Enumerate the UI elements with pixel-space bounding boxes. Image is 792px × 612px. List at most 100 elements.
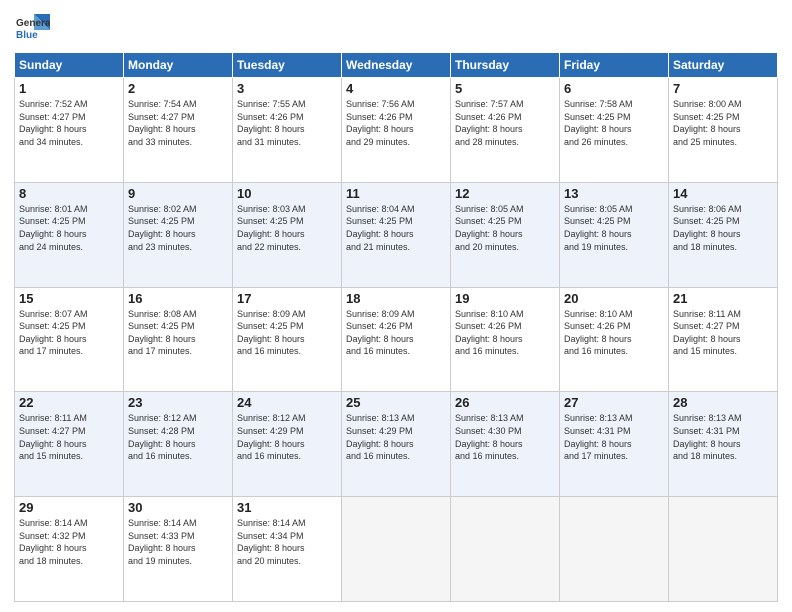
calendar-cell: 2 Sunrise: 7:54 AMSunset: 4:27 PMDayligh…: [124, 78, 233, 183]
calendar-cell: 24 Sunrise: 8:12 AMSunset: 4:29 PMDaylig…: [233, 392, 342, 497]
day-number: 4: [346, 81, 446, 96]
day-number: 19: [455, 291, 555, 306]
calendar-cell: 9 Sunrise: 8:02 AMSunset: 4:25 PMDayligh…: [124, 182, 233, 287]
day-info: Sunrise: 8:06 AMSunset: 4:25 PMDaylight:…: [673, 204, 742, 252]
day-info: Sunrise: 8:07 AMSunset: 4:25 PMDaylight:…: [19, 309, 88, 357]
calendar-cell: [342, 497, 451, 602]
day-info: Sunrise: 8:14 AMSunset: 4:32 PMDaylight:…: [19, 518, 88, 566]
calendar-cell: 21 Sunrise: 8:11 AMSunset: 4:27 PMDaylig…: [669, 287, 778, 392]
day-number: 31: [237, 500, 337, 515]
calendar-cell: 3 Sunrise: 7:55 AMSunset: 4:26 PMDayligh…: [233, 78, 342, 183]
calendar-cell: 8 Sunrise: 8:01 AMSunset: 4:25 PMDayligh…: [15, 182, 124, 287]
calendar-cell: 31 Sunrise: 8:14 AMSunset: 4:34 PMDaylig…: [233, 497, 342, 602]
day-info: Sunrise: 8:10 AMSunset: 4:26 PMDaylight:…: [455, 309, 524, 357]
calendar-cell: [669, 497, 778, 602]
calendar-cell: 18 Sunrise: 8:09 AMSunset: 4:26 PMDaylig…: [342, 287, 451, 392]
calendar-day-header: Tuesday: [233, 53, 342, 78]
calendar-week-row: 15 Sunrise: 8:07 AMSunset: 4:25 PMDaylig…: [15, 287, 778, 392]
calendar-cell: 28 Sunrise: 8:13 AMSunset: 4:31 PMDaylig…: [669, 392, 778, 497]
calendar-cell: 30 Sunrise: 8:14 AMSunset: 4:33 PMDaylig…: [124, 497, 233, 602]
day-info: Sunrise: 8:11 AMSunset: 4:27 PMDaylight:…: [673, 309, 741, 357]
day-info: Sunrise: 8:13 AMSunset: 4:29 PMDaylight:…: [346, 413, 415, 461]
day-number: 23: [128, 395, 228, 410]
day-info: Sunrise: 7:55 AMSunset: 4:26 PMDaylight:…: [237, 99, 306, 147]
calendar-cell: 15 Sunrise: 8:07 AMSunset: 4:25 PMDaylig…: [15, 287, 124, 392]
calendar-cell: 27 Sunrise: 8:13 AMSunset: 4:31 PMDaylig…: [560, 392, 669, 497]
day-info: Sunrise: 8:10 AMSunset: 4:26 PMDaylight:…: [564, 309, 633, 357]
calendar-cell: 25 Sunrise: 8:13 AMSunset: 4:29 PMDaylig…: [342, 392, 451, 497]
calendar-cell: 14 Sunrise: 8:06 AMSunset: 4:25 PMDaylig…: [669, 182, 778, 287]
day-number: 26: [455, 395, 555, 410]
calendar-week-row: 8 Sunrise: 8:01 AMSunset: 4:25 PMDayligh…: [15, 182, 778, 287]
day-info: Sunrise: 8:05 AMSunset: 4:25 PMDaylight:…: [564, 204, 633, 252]
calendar-cell: 16 Sunrise: 8:08 AMSunset: 4:25 PMDaylig…: [124, 287, 233, 392]
day-info: Sunrise: 8:02 AMSunset: 4:25 PMDaylight:…: [128, 204, 197, 252]
calendar-week-row: 1 Sunrise: 7:52 AMSunset: 4:27 PMDayligh…: [15, 78, 778, 183]
calendar-cell: 7 Sunrise: 8:00 AMSunset: 4:25 PMDayligh…: [669, 78, 778, 183]
day-info: Sunrise: 8:11 AMSunset: 4:27 PMDaylight:…: [19, 413, 87, 461]
calendar-day-header: Monday: [124, 53, 233, 78]
calendar-table: SundayMondayTuesdayWednesdayThursdayFrid…: [14, 52, 778, 602]
calendar-cell: 11 Sunrise: 8:04 AMSunset: 4:25 PMDaylig…: [342, 182, 451, 287]
day-number: 12: [455, 186, 555, 201]
day-number: 24: [237, 395, 337, 410]
logo: General Blue: [14, 10, 54, 46]
svg-text:General: General: [16, 18, 50, 29]
calendar-week-row: 22 Sunrise: 8:11 AMSunset: 4:27 PMDaylig…: [15, 392, 778, 497]
day-info: Sunrise: 8:14 AMSunset: 4:33 PMDaylight:…: [128, 518, 197, 566]
calendar-cell: [451, 497, 560, 602]
day-number: 22: [19, 395, 119, 410]
calendar-cell: 12 Sunrise: 8:05 AMSunset: 4:25 PMDaylig…: [451, 182, 560, 287]
day-info: Sunrise: 8:09 AMSunset: 4:25 PMDaylight:…: [237, 309, 306, 357]
page: General Blue SundayMondayTuesdayWednesda…: [0, 0, 792, 612]
day-number: 13: [564, 186, 664, 201]
calendar-cell: 4 Sunrise: 7:56 AMSunset: 4:26 PMDayligh…: [342, 78, 451, 183]
calendar-cell: 10 Sunrise: 8:03 AMSunset: 4:25 PMDaylig…: [233, 182, 342, 287]
calendar-cell: 22 Sunrise: 8:11 AMSunset: 4:27 PMDaylig…: [15, 392, 124, 497]
day-info: Sunrise: 7:57 AMSunset: 4:26 PMDaylight:…: [455, 99, 524, 147]
calendar-cell: 1 Sunrise: 7:52 AMSunset: 4:27 PMDayligh…: [15, 78, 124, 183]
logo-icon: General Blue: [14, 10, 50, 46]
day-number: 15: [19, 291, 119, 306]
calendar-day-header: Sunday: [15, 53, 124, 78]
calendar-cell: 20 Sunrise: 8:10 AMSunset: 4:26 PMDaylig…: [560, 287, 669, 392]
header: General Blue: [14, 10, 778, 46]
day-number: 6: [564, 81, 664, 96]
day-number: 28: [673, 395, 773, 410]
day-number: 11: [346, 186, 446, 201]
calendar-cell: 19 Sunrise: 8:10 AMSunset: 4:26 PMDaylig…: [451, 287, 560, 392]
calendar-cell: 29 Sunrise: 8:14 AMSunset: 4:32 PMDaylig…: [15, 497, 124, 602]
day-info: Sunrise: 7:56 AMSunset: 4:26 PMDaylight:…: [346, 99, 415, 147]
day-number: 7: [673, 81, 773, 96]
calendar-day-header: Friday: [560, 53, 669, 78]
calendar-body: 1 Sunrise: 7:52 AMSunset: 4:27 PMDayligh…: [15, 78, 778, 602]
day-info: Sunrise: 8:13 AMSunset: 4:31 PMDaylight:…: [564, 413, 633, 461]
calendar-cell: 26 Sunrise: 8:13 AMSunset: 4:30 PMDaylig…: [451, 392, 560, 497]
day-info: Sunrise: 7:52 AMSunset: 4:27 PMDaylight:…: [19, 99, 88, 147]
day-info: Sunrise: 7:58 AMSunset: 4:25 PMDaylight:…: [564, 99, 633, 147]
calendar-header-row: SundayMondayTuesdayWednesdayThursdayFrid…: [15, 53, 778, 78]
day-info: Sunrise: 8:00 AMSunset: 4:25 PMDaylight:…: [673, 99, 742, 147]
day-number: 14: [673, 186, 773, 201]
calendar-cell: 6 Sunrise: 7:58 AMSunset: 4:25 PMDayligh…: [560, 78, 669, 183]
day-info: Sunrise: 8:12 AMSunset: 4:29 PMDaylight:…: [237, 413, 306, 461]
day-number: 29: [19, 500, 119, 515]
day-info: Sunrise: 8:14 AMSunset: 4:34 PMDaylight:…: [237, 518, 306, 566]
calendar-cell: 5 Sunrise: 7:57 AMSunset: 4:26 PMDayligh…: [451, 78, 560, 183]
day-number: 1: [19, 81, 119, 96]
day-info: Sunrise: 8:13 AMSunset: 4:31 PMDaylight:…: [673, 413, 742, 461]
calendar-cell: 17 Sunrise: 8:09 AMSunset: 4:25 PMDaylig…: [233, 287, 342, 392]
day-number: 20: [564, 291, 664, 306]
day-number: 9: [128, 186, 228, 201]
day-info: Sunrise: 8:13 AMSunset: 4:30 PMDaylight:…: [455, 413, 524, 461]
day-info: Sunrise: 8:01 AMSunset: 4:25 PMDaylight:…: [19, 204, 88, 252]
calendar-week-row: 29 Sunrise: 8:14 AMSunset: 4:32 PMDaylig…: [15, 497, 778, 602]
calendar-cell: 13 Sunrise: 8:05 AMSunset: 4:25 PMDaylig…: [560, 182, 669, 287]
day-info: Sunrise: 7:54 AMSunset: 4:27 PMDaylight:…: [128, 99, 197, 147]
day-number: 3: [237, 81, 337, 96]
day-number: 25: [346, 395, 446, 410]
calendar-cell: [560, 497, 669, 602]
calendar-day-header: Thursday: [451, 53, 560, 78]
calendar-day-header: Wednesday: [342, 53, 451, 78]
day-number: 17: [237, 291, 337, 306]
